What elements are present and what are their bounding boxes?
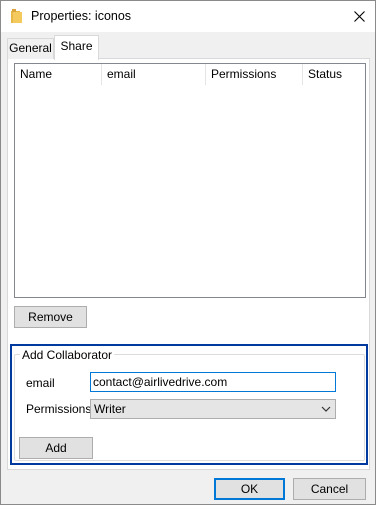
list-header: Name email Permissions Status xyxy=(15,64,365,85)
column-header-status[interactable]: Status xyxy=(303,64,365,85)
title-bar: Properties: iconos xyxy=(1,1,375,32)
email-label: email xyxy=(26,376,55,390)
cancel-button[interactable]: Cancel xyxy=(293,478,366,500)
tab-share[interactable]: Share xyxy=(54,35,99,60)
permissions-label: Permissions xyxy=(26,402,92,416)
folder-icon xyxy=(11,9,22,23)
remove-button[interactable]: Remove xyxy=(14,306,87,328)
close-icon xyxy=(353,10,365,22)
column-header-permissions[interactable]: Permissions xyxy=(206,64,303,85)
properties-dialog: Properties: iconos General Share Name em… xyxy=(0,0,376,505)
window-title: Properties: iconos xyxy=(31,9,132,23)
close-button[interactable] xyxy=(343,1,375,31)
column-header-name[interactable]: Name xyxy=(15,64,102,85)
group-label: Add Collaborator xyxy=(20,348,115,362)
permissions-value: Writer xyxy=(94,402,126,416)
tab-general[interactable]: General xyxy=(7,38,54,59)
ok-button[interactable]: OK xyxy=(214,478,285,500)
chevron-down-icon xyxy=(321,406,331,412)
column-header-email[interactable]: email xyxy=(102,64,206,85)
email-field[interactable]: contact@airlivedrive.com xyxy=(90,372,336,392)
permissions-select[interactable]: Writer xyxy=(90,399,336,419)
collaborators-list[interactable]: Name email Permissions Status xyxy=(14,63,366,298)
add-button[interactable]: Add xyxy=(19,437,93,459)
